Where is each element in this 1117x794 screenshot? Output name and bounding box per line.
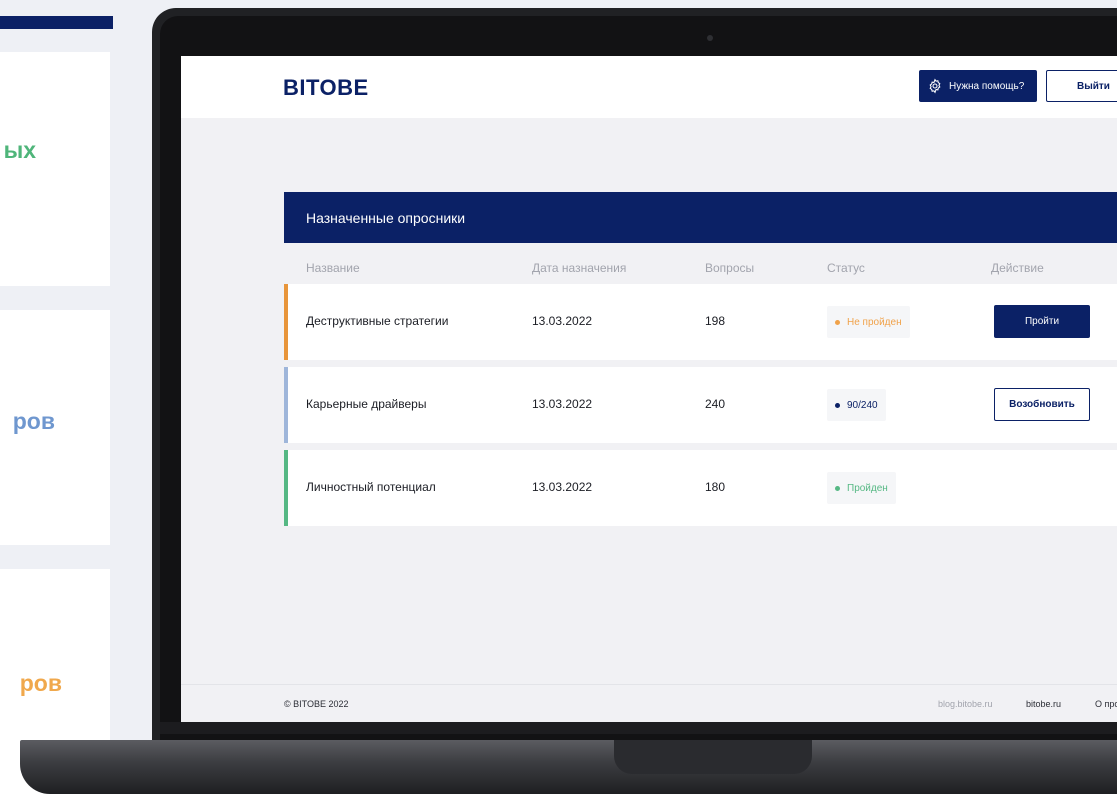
- footer-link-site[interactable]: bitobe.ru: [1026, 699, 1061, 709]
- laptop-notch: [614, 740, 812, 774]
- app-header: BITOBE Нужна помощь? Выйти: [181, 56, 1117, 118]
- resume-button[interactable]: Возобновить: [994, 388, 1090, 421]
- footer: © BITOBE 2022 blog.bitobe.ru bitobe.ru О…: [181, 684, 1117, 722]
- gear-icon: [929, 78, 941, 94]
- status-text: Пройден: [847, 482, 888, 494]
- panel-title: Назначенные опросники: [284, 192, 1117, 243]
- survey-questions: 240: [705, 397, 726, 411]
- row-accent: [284, 367, 288, 443]
- table-row: Деструктивные стратегии 13.03.2022 198 Н…: [284, 284, 1117, 360]
- survey-questions: 180: [705, 480, 726, 494]
- column-header-name: Название: [306, 261, 360, 275]
- footer-link-blog[interactable]: blog.bitobe.ru: [938, 699, 993, 709]
- footer-copyright: © BITOBE 2022: [284, 699, 349, 709]
- row-accent: [284, 284, 288, 360]
- help-button[interactable]: Нужна помощь?: [919, 70, 1037, 102]
- survey-questions: 198: [705, 314, 726, 328]
- status-badge: Не пройден: [827, 306, 910, 338]
- table-row: Карьерные драйверы 13.03.2022 240 90/240…: [284, 367, 1117, 443]
- row-accent: [284, 450, 288, 526]
- column-header-questions: Вопросы: [705, 261, 755, 275]
- status-dot-icon: [835, 402, 840, 408]
- status-text: Не пройден: [847, 316, 902, 328]
- status-dot-icon: [835, 485, 840, 491]
- left-accent-bar: [0, 16, 113, 29]
- laptop-chin: [160, 722, 1117, 734]
- side-card-word: ых: [3, 137, 36, 163]
- status-text: 90/240: [847, 399, 878, 411]
- column-header-status: Статус: [827, 261, 865, 275]
- table-row: Личностный потенциал 13.03.2022 180 Прой…: [284, 450, 1117, 526]
- column-header-date: Дата назначения: [532, 261, 627, 275]
- laptop-screen: BITOBE Нужна помощь? Выйти Назначенные о…: [181, 56, 1117, 722]
- start-button[interactable]: Пройти: [994, 305, 1090, 338]
- camera-icon: [707, 35, 713, 41]
- survey-name: Карьерные драйверы: [306, 397, 427, 411]
- status-badge: 90/240: [827, 389, 886, 421]
- help-button-label: Нужна помощь?: [949, 80, 1025, 92]
- logo: BITOBE: [283, 75, 369, 100]
- side-card: ых: [0, 52, 110, 286]
- status-dot-icon: [835, 319, 840, 325]
- side-card-word: ров: [12, 408, 55, 434]
- survey-date: 13.03.2022: [532, 314, 593, 328]
- survey-date: 13.03.2022: [532, 397, 593, 411]
- footer-link-about[interactable]: О про: [1095, 699, 1117, 709]
- survey-name: Деструктивные стратегии: [306, 314, 449, 328]
- survey-date: 13.03.2022: [532, 480, 593, 494]
- side-card-word: ров: [19, 670, 62, 696]
- column-header-action: Действие: [991, 261, 1044, 275]
- side-card: ров: [0, 310, 110, 545]
- survey-name: Личностный потенциал: [306, 480, 436, 494]
- logout-button[interactable]: Выйти: [1046, 70, 1117, 102]
- status-badge: Пройден: [827, 472, 896, 504]
- laptop-base: [20, 740, 1117, 794]
